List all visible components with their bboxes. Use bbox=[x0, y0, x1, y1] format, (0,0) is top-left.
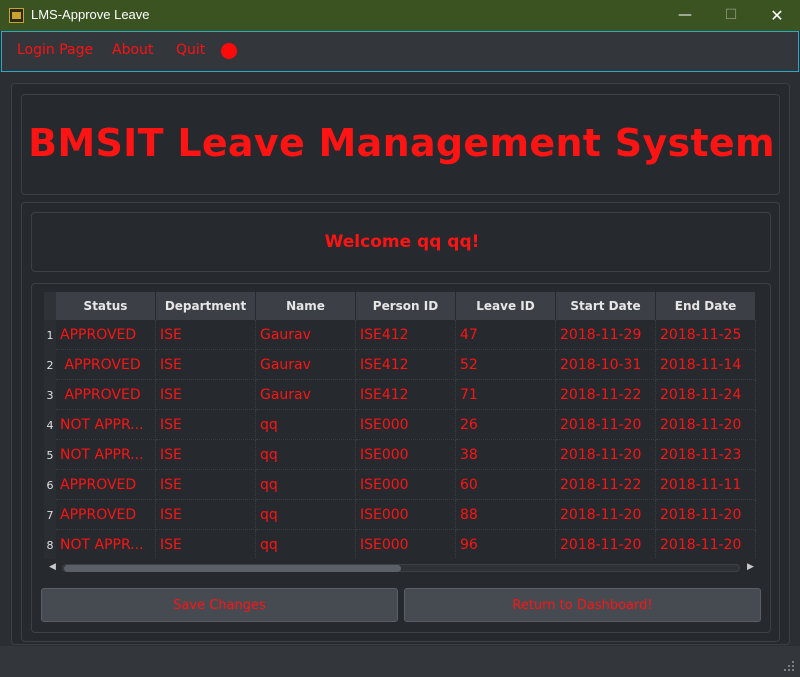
table-cell-person-id[interactable]: ISE412 bbox=[356, 380, 456, 410]
table-cell-department[interactable]: ISE bbox=[156, 410, 256, 440]
table-cell-status[interactable]: APPROVED bbox=[56, 380, 156, 410]
minimize-button[interactable]: — bbox=[662, 0, 708, 31]
table-cell-department[interactable]: ISE bbox=[156, 320, 256, 350]
table-cell-person-id[interactable]: ISE000 bbox=[356, 500, 456, 530]
table-cell-leave-id[interactable]: 38 bbox=[456, 440, 556, 470]
table-cell-status[interactable]: APPROVED bbox=[56, 320, 156, 350]
scroll-right-arrow-icon[interactable]: ▶ bbox=[747, 562, 754, 572]
column-header-end-date[interactable]: End Date bbox=[656, 292, 756, 320]
table-cell-department[interactable]: ISE bbox=[156, 500, 256, 530]
table-corner bbox=[44, 292, 56, 320]
table-cell-name[interactable]: Gaurav bbox=[256, 350, 356, 380]
resize-grip-icon[interactable] bbox=[784, 661, 796, 673]
table-cell-name[interactable]: qq bbox=[256, 440, 356, 470]
return-to-dashboard-button[interactable]: Return to Dashboard! bbox=[404, 588, 761, 622]
menu-bar: Login Page About Quit bbox=[1, 31, 799, 72]
table-cell-leave-id[interactable]: 96 bbox=[456, 530, 556, 559]
table-cell-end-date[interactable]: 2018-11-24 bbox=[656, 380, 756, 410]
table-cell-start-date[interactable]: 2018-11-20 bbox=[556, 530, 656, 559]
table-cell-name[interactable]: qq bbox=[256, 470, 356, 500]
table-cell-department[interactable]: ISE bbox=[156, 440, 256, 470]
table-cell-leave-id[interactable]: 52 bbox=[456, 350, 556, 380]
record-dot-icon bbox=[221, 43, 237, 59]
column-header-department[interactable]: Department bbox=[156, 292, 256, 320]
table-cell-department[interactable]: ISE bbox=[156, 380, 256, 410]
table-cell-end-date[interactable]: 2018-11-23 bbox=[656, 440, 756, 470]
window-title: LMS-Approve Leave bbox=[31, 7, 150, 22]
welcome-panel: Welcome qq qq! bbox=[31, 212, 771, 272]
row-number[interactable]: 4 bbox=[44, 410, 56, 440]
table-cell-leave-id[interactable]: 71 bbox=[456, 380, 556, 410]
menu-item-about[interactable]: About bbox=[112, 42, 153, 58]
menu-item-login-page[interactable]: Login Page bbox=[17, 42, 93, 58]
status-bar bbox=[0, 646, 800, 677]
table-cell-leave-id[interactable]: 47 bbox=[456, 320, 556, 350]
close-button[interactable]: ✕ bbox=[754, 0, 800, 31]
table-cell-end-date[interactable]: 2018-11-20 bbox=[656, 410, 756, 440]
table-cell-person-id[interactable]: ISE000 bbox=[356, 470, 456, 500]
table-cell-end-date[interactable]: 2018-11-20 bbox=[656, 530, 756, 559]
table-cell-name[interactable]: qq bbox=[256, 410, 356, 440]
welcome-message: Welcome qq qq! bbox=[324, 232, 480, 252]
table-cell-person-id[interactable]: ISE000 bbox=[356, 440, 456, 470]
table-cell-start-date[interactable]: 2018-10-31 bbox=[556, 350, 656, 380]
table-cell-person-id[interactable]: ISE000 bbox=[356, 530, 456, 559]
horizontal-scrollbar[interactable]: ◀ ▶ bbox=[44, 559, 757, 577]
column-header-name[interactable]: Name bbox=[256, 292, 356, 320]
table-cell-leave-id[interactable]: 60 bbox=[456, 470, 556, 500]
table-cell-end-date[interactable]: 2018-11-11 bbox=[656, 470, 756, 500]
column-header-leave-id[interactable]: Leave ID bbox=[456, 292, 556, 320]
save-changes-button[interactable]: Save Changes bbox=[41, 588, 398, 622]
table-cell-name[interactable]: Gaurav bbox=[256, 320, 356, 350]
row-number[interactable]: 8 bbox=[44, 530, 56, 559]
scroll-thumb[interactable] bbox=[64, 565, 401, 572]
row-number[interactable]: 2 bbox=[44, 350, 56, 380]
table-cell-department[interactable]: ISE bbox=[156, 350, 256, 380]
table-cell-start-date[interactable]: 2018-11-22 bbox=[556, 380, 656, 410]
table-cell-status[interactable]: APPROVED bbox=[56, 470, 156, 500]
page-title: BMSIT Leave Management System bbox=[28, 121, 775, 165]
table-cell-leave-id[interactable]: 88 bbox=[456, 500, 556, 530]
table-cell-status[interactable]: NOT APPR... bbox=[56, 410, 156, 440]
row-number[interactable]: 6 bbox=[44, 470, 56, 500]
scroll-left-arrow-icon[interactable]: ◀ bbox=[49, 562, 56, 572]
table-cell-person-id[interactable]: ISE412 bbox=[356, 320, 456, 350]
menu-item-quit[interactable]: Quit bbox=[176, 42, 205, 58]
table-cell-department[interactable]: ISE bbox=[156, 470, 256, 500]
column-header-status[interactable]: Status bbox=[56, 292, 156, 320]
table-cell-status[interactable]: NOT APPR... bbox=[56, 440, 156, 470]
column-header-person-id[interactable]: Person ID bbox=[356, 292, 456, 320]
table-cell-end-date[interactable]: 2018-11-25 bbox=[656, 320, 756, 350]
table-cell-person-id[interactable]: ISE412 bbox=[356, 350, 456, 380]
table-cell-status[interactable]: NOT APPR... bbox=[56, 530, 156, 559]
row-number[interactable]: 1 bbox=[44, 320, 56, 350]
table-cell-status[interactable]: APPROVED bbox=[56, 500, 156, 530]
maximize-button[interactable]: ☐ bbox=[708, 0, 754, 31]
table-cell-department[interactable]: ISE bbox=[156, 530, 256, 559]
table-cell-start-date[interactable]: 2018-11-29 bbox=[556, 320, 656, 350]
table-cell-end-date[interactable]: 2018-11-14 bbox=[656, 350, 756, 380]
table-cell-name[interactable]: qq bbox=[256, 530, 356, 559]
table-cell-status[interactable]: APPROVED bbox=[56, 350, 156, 380]
table-cell-end-date[interactable]: 2018-11-20 bbox=[656, 500, 756, 530]
table-cell-start-date[interactable]: 2018-11-20 bbox=[556, 410, 656, 440]
table-cell-start-date[interactable]: 2018-11-20 bbox=[556, 500, 656, 530]
column-header-start-date[interactable]: Start Date bbox=[556, 292, 656, 320]
table-cell-start-date[interactable]: 2018-11-22 bbox=[556, 470, 656, 500]
title-bar: LMS-Approve Leave — ☐ ✕ bbox=[0, 0, 800, 31]
row-number[interactable]: 7 bbox=[44, 500, 56, 530]
table-cell-name[interactable]: qq bbox=[256, 500, 356, 530]
leave-table: Status Department Name Person ID Leave ID Sta… bbox=[44, 292, 757, 559]
row-number[interactable]: 5 bbox=[44, 440, 56, 470]
row-number[interactable]: 3 bbox=[44, 380, 56, 410]
briefcase-icon bbox=[9, 8, 24, 23]
table-cell-name[interactable]: Gaurav bbox=[256, 380, 356, 410]
table-cell-leave-id[interactable]: 26 bbox=[456, 410, 556, 440]
table-cell-start-date[interactable]: 2018-11-20 bbox=[556, 440, 656, 470]
table-cell-person-id[interactable]: ISE000 bbox=[356, 410, 456, 440]
banner: BMSIT Leave Management System bbox=[21, 94, 780, 195]
